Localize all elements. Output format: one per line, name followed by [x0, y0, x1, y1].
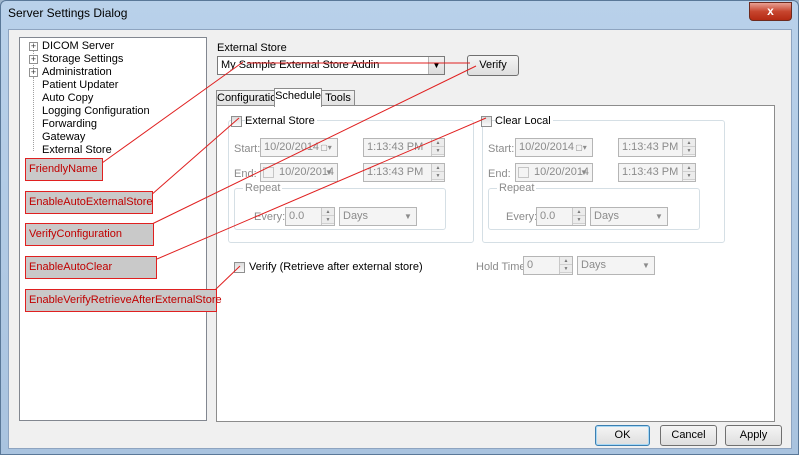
tab-schedule[interactable]: Schedule [274, 88, 322, 107]
tree-item-label: Administration [42, 66, 112, 78]
spinner-icon[interactable]: ▲ ▼ [682, 139, 695, 156]
external-store-selected: My Sample External Store Addin [221, 59, 380, 71]
hold-time-label: Hold Time: [476, 261, 529, 273]
verify-button[interactable]: Verify [467, 55, 519, 76]
hold-time-unit-select[interactable]: Days ▼ [577, 256, 655, 275]
tree-item-label: DICOM Server [42, 40, 115, 52]
clear-every-unit-select[interactable]: Days ▼ [590, 207, 668, 226]
tree-item-forwarding[interactable]: Forwarding [42, 118, 97, 131]
spinner-icon[interactable]: ▲ ▼ [431, 139, 444, 156]
tree-item-external-store[interactable]: External Store [42, 144, 112, 157]
chevron-down-icon[interactable]: ▼ [428, 57, 444, 74]
store-start-date-value: 10/20/2014 [264, 141, 320, 153]
clear-end-label: End: [488, 168, 511, 180]
callout-enable-verify-retrieve: EnableVerifyRetrieveAfterExternalStore [25, 289, 222, 312]
clear-every-label: Every: [506, 211, 538, 223]
clear-local-checkbox[interactable] [481, 116, 492, 127]
store-every-label: Every: [254, 211, 286, 223]
chevron-down-icon[interactable]: ▼ [576, 164, 592, 181]
spinner-icon[interactable]: ▲ ▼ [682, 164, 695, 181]
store-every-value: 0.0 [289, 210, 305, 222]
store-end-time-value: 1:13:43 PM [367, 166, 424, 178]
store-end-label: End: [234, 168, 257, 180]
chevron-down-icon[interactable]: ▼ [651, 208, 667, 225]
spinner-icon[interactable]: ▲ ▼ [559, 257, 572, 274]
tree-item-label: External Store [42, 144, 112, 156]
ok-button[interactable]: OK [595, 425, 650, 446]
clear-end-date-checkbox[interactable] [518, 167, 529, 178]
store-every-unit-value: Days [343, 210, 369, 222]
cancel-button[interactable]: Cancel [660, 425, 717, 446]
calendar-dropdown-icon[interactable]: ▢▾ [570, 139, 592, 156]
apply-button[interactable]: Apply [725, 425, 782, 446]
tree-item-label: Forwarding [42, 118, 98, 130]
store-start-label: Start: [234, 143, 261, 155]
tree-item-label: Gateway [42, 131, 86, 143]
spinner-icon[interactable]: ▲ ▼ [431, 164, 444, 181]
tree-item-label: Patient Updater [42, 79, 119, 91]
spinner-icon[interactable]: ▲ ▼ [572, 208, 585, 225]
store-every-unit-select[interactable]: Days ▼ [339, 207, 417, 226]
store-repeat-label: Repeat [243, 182, 283, 194]
store-end-date[interactable]: 10/20/2014 ▼ [260, 163, 338, 182]
clear-every-unit-value: Days [594, 210, 620, 222]
clear-end-time-value: 1:13:43 PM [622, 166, 679, 178]
external-store-label: External Store [217, 42, 287, 54]
window-title: Server Settings Dialog [8, 6, 128, 20]
store-start-time-value: 1:13:43 PM [367, 141, 424, 153]
hold-time-value: 0 [527, 259, 534, 271]
tree-item-label: Storage Settings [42, 53, 124, 65]
verify-retrieve-label: Verify (Retrieve after external store) [249, 261, 423, 273]
callout-friendly-name: FriendlyName [25, 158, 103, 181]
chevron-down-icon[interactable]: ▼ [321, 164, 337, 181]
title-bar[interactable]: Server Settings Dialog x [1, 1, 798, 29]
expand-icon[interactable]: + [29, 42, 38, 51]
spinner-icon[interactable]: ▲ ▼ [321, 208, 334, 225]
callout-verify-configuration: VerifyConfiguration [25, 223, 154, 246]
tree-item-auto-copy[interactable]: Auto Copy [42, 92, 93, 105]
store-start-date[interactable]: 10/20/2014 ▢▾ [260, 138, 338, 157]
chevron-down-icon[interactable]: ▼ [638, 257, 654, 274]
tree-connector [33, 77, 34, 151]
store-end-time[interactable]: 1:13:43 PM ▲ ▼ [363, 163, 445, 182]
tree-item-patient-updater[interactable]: Patient Updater [42, 79, 118, 92]
clear-start-time-value: 1:13:43 PM [622, 141, 679, 153]
tree-item-gateway[interactable]: Gateway [42, 131, 85, 144]
clear-local-group-title: Clear Local [495, 115, 553, 127]
callout-enable-auto-clear: EnableAutoClear [25, 256, 157, 279]
external-store-select[interactable]: My Sample External Store Addin ▼ [217, 56, 445, 75]
store-every-input[interactable]: 0.0 ▲ ▼ [285, 207, 335, 226]
external-store-checkbox[interactable] [231, 116, 242, 127]
calendar-dropdown-icon[interactable]: ▢▾ [315, 139, 337, 156]
hold-time-input[interactable]: 0 ▲ ▼ [523, 256, 573, 275]
expand-icon[interactable]: + [29, 55, 38, 64]
clear-start-date-value: 10/20/2014 [519, 141, 575, 153]
store-start-time[interactable]: 1:13:43 PM ▲ ▼ [363, 138, 445, 157]
tree-item-logging-configuration[interactable]: Logging Configuration [42, 105, 150, 118]
expand-icon[interactable]: + [29, 68, 38, 77]
hold-time-unit-value: Days [581, 259, 607, 271]
clear-repeat-label: Repeat [497, 182, 537, 194]
clear-start-label: Start: [488, 143, 515, 155]
clear-every-input[interactable]: 0.0 ▲ ▼ [536, 207, 586, 226]
close-button[interactable]: x [749, 2, 792, 21]
verify-retrieve-checkbox[interactable] [234, 262, 245, 273]
tab-tools[interactable]: Tools [321, 90, 355, 106]
external-store-group-title: External Store [245, 115, 317, 127]
callout-enable-auto-external-store: EnableAutoExternalStore [25, 191, 153, 214]
clear-end-time[interactable]: 1:13:43 PM ▲ ▼ [618, 163, 696, 182]
schedule-tab-panel: External Store Start: 10/20/2014 ▢▾ 1:13… [216, 105, 775, 422]
clear-start-time[interactable]: 1:13:43 PM ▲ ▼ [618, 138, 696, 157]
clear-every-value: 0.0 [540, 210, 556, 222]
chevron-down-icon[interactable]: ▼ [400, 208, 416, 225]
clear-start-date[interactable]: 10/20/2014 ▢▾ [515, 138, 593, 157]
tab-configuration[interactable]: Configuration [216, 90, 282, 106]
tree-item-label: Auto Copy [42, 92, 94, 104]
store-end-date-checkbox[interactable] [263, 167, 274, 178]
clear-end-date[interactable]: 10/20/2014 ▼ [515, 163, 593, 182]
tree-item-label: Logging Configuration [42, 105, 150, 117]
